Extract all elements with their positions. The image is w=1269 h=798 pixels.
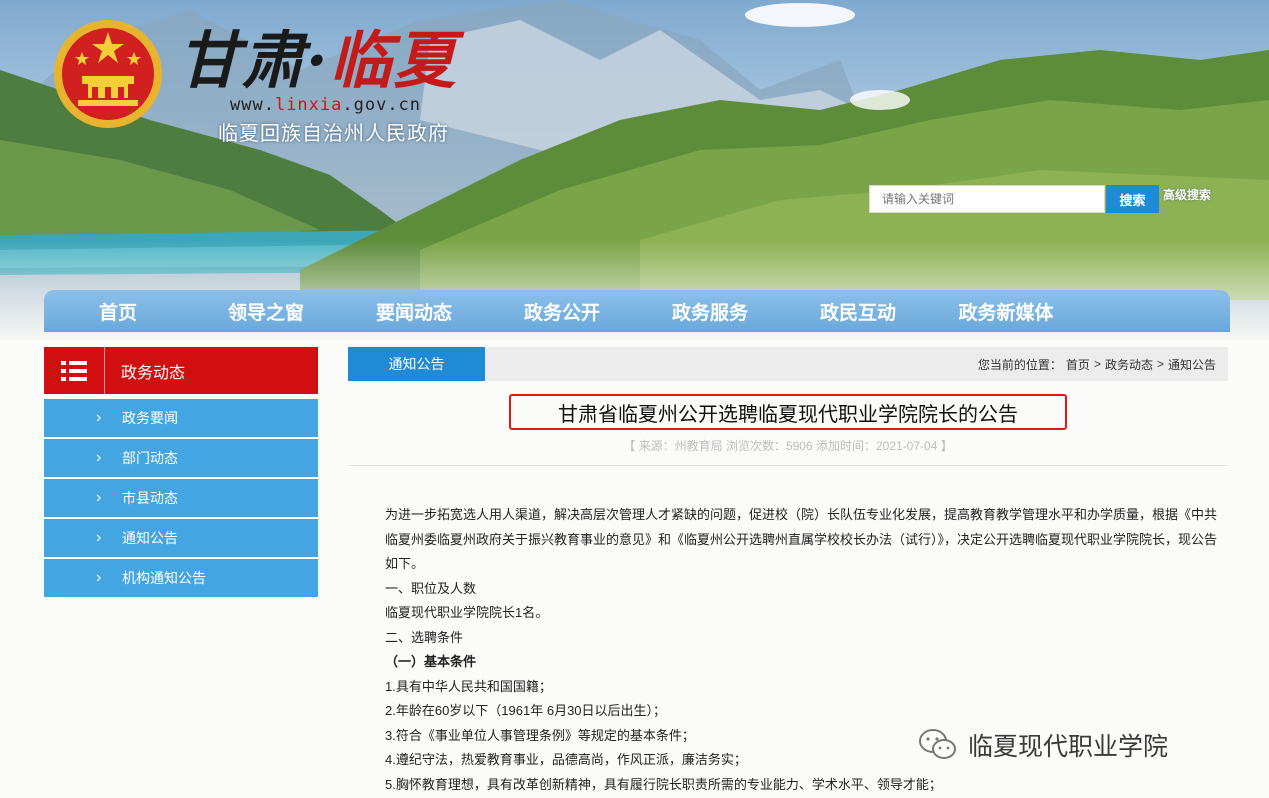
search-input[interactable] xyxy=(869,185,1105,213)
chevron-right-icon: › xyxy=(96,489,102,506)
site-title-linxia: 临夏 xyxy=(329,24,458,97)
sidebar-item-label: 市县动态 xyxy=(122,490,178,506)
article-paragraph: 二、选聘条件 xyxy=(385,629,464,645)
headline-highlight: 甘肃省临夏州公开选聘临夏现代职业学院院长的公告 xyxy=(509,394,1067,430)
sidebar-item-dept-news[interactable]: › 部门动态 xyxy=(44,439,318,477)
sidebar-item-label: 部门动态 xyxy=(122,450,178,466)
article-paragraph: 一、职位及人数 xyxy=(385,580,477,596)
chevron-right-icon: › xyxy=(96,529,102,546)
content-tab-bar: 通知公告 您当前的位置： 首页 > 政务动态 > 通知公告 xyxy=(348,347,1228,381)
national-emblem-icon xyxy=(54,20,162,128)
main-nav: 首页 领导之窗 要闻动态 政务公开 政务服务 政民互动 政务新媒体 xyxy=(44,290,1230,332)
sidebar-item-label: 政务要闻 xyxy=(122,410,178,426)
wechat-watermark: 临夏现代职业学院 xyxy=(918,727,1168,763)
breadcrumb-separator: > xyxy=(1093,357,1101,371)
list-icon xyxy=(44,347,105,394)
site-title-gansu: 甘肃 xyxy=(178,24,307,97)
sidebar-item-county-news[interactable]: › 市县动态 xyxy=(44,479,318,517)
article-paragraph: 临夏现代职业学院院长1名。 xyxy=(385,605,549,620)
wechat-icon xyxy=(919,729,956,759)
sidebar-menu: › 政务要闻 › 部门动态 › 市县动态 › 通知公告 › 机构通知公告 xyxy=(44,399,318,599)
breadcrumb-home[interactable]: 首页 xyxy=(1066,356,1090,373)
sidebar-header: 政务动态 xyxy=(44,347,318,394)
site-url-domain: linxia xyxy=(274,95,343,115)
site-subtitle: 临夏回族自治州人民政府 xyxy=(218,121,449,145)
sidebar-item-label: 通知公告 xyxy=(122,530,178,546)
site-title-separator: · xyxy=(306,24,330,97)
nav-item-news[interactable]: 要闻动态 xyxy=(340,298,488,325)
site-url: www.linxia.gov.cn xyxy=(230,95,421,115)
chevron-right-icon: › xyxy=(96,569,102,586)
divider xyxy=(348,465,1228,466)
nav-item-home[interactable]: 首页 xyxy=(44,298,192,325)
site-url-suffix: .gov.cn xyxy=(342,95,422,115)
breadcrumb-notices[interactable]: 通知公告 xyxy=(1168,356,1216,373)
nav-item-interaction[interactable]: 政民互动 xyxy=(784,298,932,325)
nav-item-leaders[interactable]: 领导之窗 xyxy=(192,298,340,325)
site-title: 甘肃·临夏 xyxy=(178,10,458,100)
sidebar-item-notices[interactable]: › 通知公告 xyxy=(44,519,318,557)
chevron-right-icon: › xyxy=(96,449,102,466)
article-paragraph: 2.年龄在60岁以下（1961年 6月30日以后出生）； xyxy=(385,703,667,718)
breadcrumb-separator: > xyxy=(1156,357,1164,371)
nav-item-services[interactable]: 政务服务 xyxy=(636,298,784,325)
article-paragraph: 1.具有中华人民共和国国籍； xyxy=(385,678,552,694)
sidebar-title: 政务动态 xyxy=(121,364,186,382)
sidebar-item-gov-news[interactable]: › 政务要闻 xyxy=(44,399,318,437)
advanced-search-link[interactable]: 高级搜索 xyxy=(1163,186,1211,203)
article-title: 甘肃省临夏州公开选聘临夏现代职业学院院长的公告 xyxy=(558,403,1018,426)
watermark-text: 临夏现代职业学院 xyxy=(968,733,1169,761)
article-subheading: （一）基本条件 xyxy=(385,654,477,669)
chevron-right-icon: › xyxy=(96,409,102,426)
article-paragraph: 5.胸怀教育理想，具有改革创新精神，具有履行院长职责所需的专业能力、学术水平、领… xyxy=(385,776,942,792)
header-banner: 甘肃·临夏 www.linxia.gov.cn 临夏回族自治州人民政府 搜索 高… xyxy=(0,0,1269,340)
site-url-prefix: www. xyxy=(230,95,275,115)
article-meta: 【 来源：州教育局 浏览次数：5906 添加时间：2021-07-04 】 xyxy=(623,439,953,453)
nav-item-gov-affairs[interactable]: 政务公开 xyxy=(488,298,636,325)
sidebar-item-label: 机构通知公告 xyxy=(122,570,206,586)
search-button[interactable]: 搜索 xyxy=(1106,185,1159,213)
breadcrumb-gov-news[interactable]: 政务动态 xyxy=(1105,356,1153,373)
breadcrumb-prefix: 您当前的位置： xyxy=(977,357,1062,372)
breadcrumb: 您当前的位置： 首页 > 政务动态 > 通知公告 xyxy=(974,347,1216,381)
nav-item-new-media[interactable]: 政务新媒体 xyxy=(932,298,1080,325)
tab-notices[interactable]: 通知公告 xyxy=(348,347,485,381)
sidebar-item-agency-notices[interactable]: › 机构通知公告 xyxy=(44,559,318,597)
article-paragraph: 为进一步拓宽选人用人渠道，解决高层次管理人才紧缺的问题，促进校（院）长队伍专业化… xyxy=(385,507,1218,571)
